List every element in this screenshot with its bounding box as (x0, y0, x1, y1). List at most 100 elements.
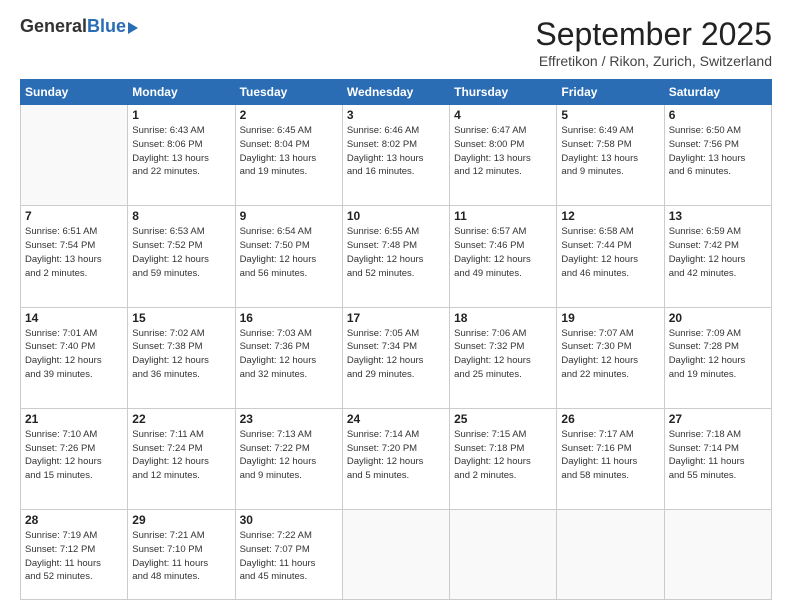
day-number: 12 (561, 209, 659, 223)
day-info: Sunrise: 6:59 AM Sunset: 7:42 PM Dayligh… (669, 225, 767, 280)
calendar-cell: 1 Sunrise: 6:43 AM Sunset: 8:06 PM Daylig… (128, 105, 235, 206)
calendar-cell: 20 Sunrise: 7:09 AM Sunset: 7:28 PM Dayli… (664, 307, 771, 408)
calendar-cell (21, 105, 128, 206)
day-info: Sunrise: 7:17 AM Sunset: 7:16 PM Dayligh… (561, 428, 659, 483)
day-number: 9 (240, 209, 338, 223)
day-number: 11 (454, 209, 552, 223)
calendar-cell: 9 Sunrise: 6:54 AM Sunset: 7:50 PM Daylig… (235, 206, 342, 307)
calendar-cell: 13 Sunrise: 6:59 AM Sunset: 7:42 PM Dayli… (664, 206, 771, 307)
day-number: 5 (561, 108, 659, 122)
day-number: 25 (454, 412, 552, 426)
day-info: Sunrise: 6:46 AM Sunset: 8:02 PM Dayligh… (347, 124, 445, 179)
day-info: Sunrise: 6:50 AM Sunset: 7:56 PM Dayligh… (669, 124, 767, 179)
header: General Blue September 2025 Effretikon /… (20, 16, 772, 69)
day-info: Sunrise: 6:54 AM Sunset: 7:50 PM Dayligh… (240, 225, 338, 280)
page: General Blue September 2025 Effretikon /… (0, 0, 792, 612)
calendar-cell: 7 Sunrise: 6:51 AM Sunset: 7:54 PM Daylig… (21, 206, 128, 307)
calendar-cell: 17Sunrise: 7:05 AM Sunset: 7:34 PM Dayli… (342, 307, 449, 408)
day-info: Sunrise: 7:13 AM Sunset: 7:22 PM Dayligh… (240, 428, 338, 483)
day-info: Sunrise: 6:49 AM Sunset: 7:58 PM Dayligh… (561, 124, 659, 179)
calendar-cell: 15 Sunrise: 7:02 AM Sunset: 7:38 PM Dayli… (128, 307, 235, 408)
day-info: Sunrise: 6:51 AM Sunset: 7:54 PM Dayligh… (25, 225, 123, 280)
day-number: 21 (25, 412, 123, 426)
day-info: Sunrise: 7:09 AM Sunset: 7:28 PM Dayligh… (669, 327, 767, 382)
calendar-cell: 5 Sunrise: 6:49 AM Sunset: 7:58 PM Daylig… (557, 105, 664, 206)
day-number: 17 (347, 311, 445, 325)
day-number: 3 (347, 108, 445, 122)
calendar-cell: 30 Sunrise: 7:22 AM Sunset: 7:07 PM Dayli… (235, 510, 342, 600)
day-number: 14 (25, 311, 123, 325)
day-number: 8 (132, 209, 230, 223)
day-number: 1 (132, 108, 230, 122)
calendar-cell: 16 Sunrise: 7:03 AM Sunset: 7:36 PM Dayli… (235, 307, 342, 408)
day-number: 29 (132, 513, 230, 527)
calendar-cell: 8 Sunrise: 6:53 AM Sunset: 7:52 PM Daylig… (128, 206, 235, 307)
calendar-day-header: Sunday (21, 80, 128, 105)
day-number: 10 (347, 209, 445, 223)
day-info: Sunrise: 7:22 AM Sunset: 7:07 PM Dayligh… (240, 529, 338, 584)
day-info: Sunrise: 7:02 AM Sunset: 7:38 PM Dayligh… (132, 327, 230, 382)
day-number: 6 (669, 108, 767, 122)
calendar-day-header: Tuesday (235, 80, 342, 105)
location-text: Effretikon / Rikon, Zurich, Switzerland (535, 53, 772, 69)
day-info: Sunrise: 6:45 AM Sunset: 8:04 PM Dayligh… (240, 124, 338, 179)
day-info: Sunrise: 7:03 AM Sunset: 7:36 PM Dayligh… (240, 327, 338, 382)
calendar-cell: 21 Sunrise: 7:10 AM Sunset: 7:26 PM Dayli… (21, 408, 128, 509)
month-title: September 2025 (535, 16, 772, 53)
day-info: Sunrise: 7:19 AM Sunset: 7:12 PM Dayligh… (25, 529, 123, 584)
day-info: Sunrise: 6:53 AM Sunset: 7:52 PM Dayligh… (132, 225, 230, 280)
calendar-day-header: Monday (128, 80, 235, 105)
calendar-cell (450, 510, 557, 600)
calendar-cell (342, 510, 449, 600)
day-info: Sunrise: 7:01 AM Sunset: 7:40 PM Dayligh… (25, 327, 123, 382)
logo: General Blue (20, 16, 138, 37)
calendar-day-header: Wednesday (342, 80, 449, 105)
calendar-cell: 11 Sunrise: 6:57 AM Sunset: 7:46 PM Dayli… (450, 206, 557, 307)
day-number: 13 (669, 209, 767, 223)
calendar-cell: 2 Sunrise: 6:45 AM Sunset: 8:04 PM Daylig… (235, 105, 342, 206)
calendar-cell: 19 Sunrise: 7:07 AM Sunset: 7:30 PM Dayli… (557, 307, 664, 408)
calendar-header-row: SundayMondayTuesdayWednesdayThursdayFrid… (21, 80, 772, 105)
calendar-cell: 12 Sunrise: 6:58 AM Sunset: 7:44 PM Dayli… (557, 206, 664, 307)
title-area: September 2025 Effretikon / Rikon, Zuric… (535, 16, 772, 69)
calendar-cell: 24Sunrise: 7:14 AM Sunset: 7:20 PM Dayli… (342, 408, 449, 509)
calendar-cell: 14 Sunrise: 7:01 AM Sunset: 7:40 PM Dayli… (21, 307, 128, 408)
calendar-day-header: Friday (557, 80, 664, 105)
day-info: Sunrise: 7:11 AM Sunset: 7:24 PM Dayligh… (132, 428, 230, 483)
day-number: 7 (25, 209, 123, 223)
calendar-cell: 6 Sunrise: 6:50 AM Sunset: 7:56 PM Daylig… (664, 105, 771, 206)
day-number: 28 (25, 513, 123, 527)
day-info: Sunrise: 7:10 AM Sunset: 7:26 PM Dayligh… (25, 428, 123, 483)
day-number: 19 (561, 311, 659, 325)
day-info: Sunrise: 6:57 AM Sunset: 7:46 PM Dayligh… (454, 225, 552, 280)
day-number: 2 (240, 108, 338, 122)
day-number: 15 (132, 311, 230, 325)
day-info: Sunrise: 7:14 AM Sunset: 7:20 PM Dayligh… (347, 428, 445, 483)
day-info: Sunrise: 7:06 AM Sunset: 7:32 PM Dayligh… (454, 327, 552, 382)
calendar-cell: 25Sunrise: 7:15 AM Sunset: 7:18 PM Dayli… (450, 408, 557, 509)
calendar-table: SundayMondayTuesdayWednesdayThursdayFrid… (20, 79, 772, 600)
day-number: 22 (132, 412, 230, 426)
day-number: 26 (561, 412, 659, 426)
day-info: Sunrise: 7:07 AM Sunset: 7:30 PM Dayligh… (561, 327, 659, 382)
calendar-day-header: Saturday (664, 80, 771, 105)
calendar-day-header: Thursday (450, 80, 557, 105)
calendar-cell: 10 Sunrise: 6:55 AM Sunset: 7:48 PM Dayli… (342, 206, 449, 307)
day-info: Sunrise: 6:47 AM Sunset: 8:00 PM Dayligh… (454, 124, 552, 179)
day-number: 16 (240, 311, 338, 325)
day-number: 23 (240, 412, 338, 426)
day-number: 27 (669, 412, 767, 426)
logo-blue-text: Blue (87, 16, 126, 37)
calendar-cell: 29 Sunrise: 7:21 AM Sunset: 7:10 PM Dayli… (128, 510, 235, 600)
calendar-cell: 22 Sunrise: 7:11 AM Sunset: 7:24 PM Dayli… (128, 408, 235, 509)
day-info: Sunrise: 6:55 AM Sunset: 7:48 PM Dayligh… (347, 225, 445, 280)
day-info: Sunrise: 6:58 AM Sunset: 7:44 PM Dayligh… (561, 225, 659, 280)
day-number: 4 (454, 108, 552, 122)
day-info: Sunrise: 6:43 AM Sunset: 8:06 PM Dayligh… (132, 124, 230, 179)
calendar-cell: 23 Sunrise: 7:13 AM Sunset: 7:22 PM Dayli… (235, 408, 342, 509)
day-number: 20 (669, 311, 767, 325)
day-info: Sunrise: 7:21 AM Sunset: 7:10 PM Dayligh… (132, 529, 230, 584)
calendar-cell (557, 510, 664, 600)
calendar-cell: 27Sunrise: 7:18 AM Sunset: 7:14 PM Dayli… (664, 408, 771, 509)
day-number: 30 (240, 513, 338, 527)
